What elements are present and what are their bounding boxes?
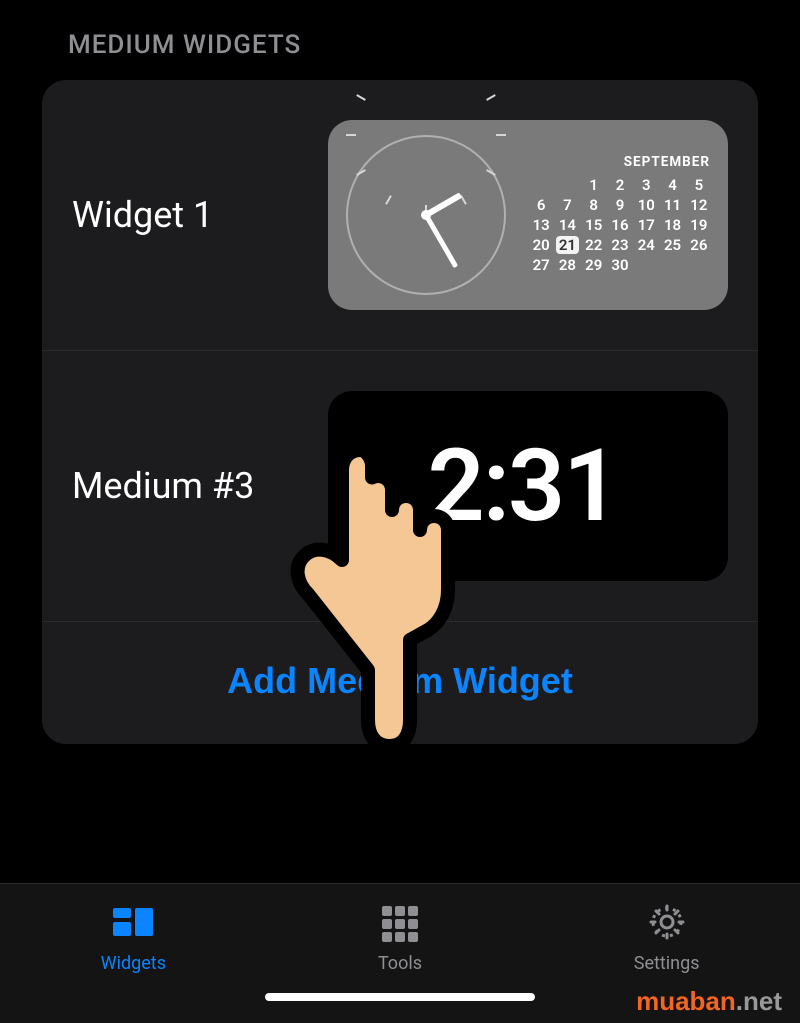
grid-icon: [378, 902, 422, 947]
calendar-day: 25: [661, 236, 683, 254]
widgets-card: Widget 1 SEPTEMBER: [42, 80, 758, 744]
tab-widgets[interactable]: Widgets: [43, 902, 223, 974]
calendar-day: 12: [688, 196, 710, 214]
calendar-day: [556, 176, 578, 194]
widget-row-1[interactable]: Widget 1 SEPTEMBER: [42, 80, 758, 351]
calendar-day: 30: [609, 256, 631, 274]
widget-label: Medium #3: [72, 465, 328, 507]
watermark: muaban.net: [636, 986, 782, 1017]
widgets-icon: [111, 902, 155, 947]
add-medium-widget-button[interactable]: Add Medium Widget: [227, 660, 573, 702]
calendar-day: 3: [635, 176, 657, 194]
calendar-day: 20: [530, 236, 552, 254]
calendar-day: 1: [583, 176, 605, 194]
calendar-day: 2: [609, 176, 631, 194]
tab-label: Widgets: [101, 953, 166, 974]
calendar-month: SEPTEMBER: [530, 154, 710, 170]
calendar-day: 24: [635, 236, 657, 254]
calendar-day: 13: [530, 216, 552, 234]
calendar-day: 26: [688, 236, 710, 254]
calendar-day: 9: [609, 196, 631, 214]
calendar-day: 15: [583, 216, 605, 234]
tab-label: Tools: [378, 953, 422, 974]
section-header: MEDIUM WIDGETS: [0, 0, 800, 70]
home-indicator[interactable]: [265, 993, 535, 1001]
widget-preview-time: 2:31: [328, 391, 728, 581]
calendar-day: 17: [635, 216, 657, 234]
calendar-day: 14: [556, 216, 578, 234]
calendar-day: 10: [635, 196, 657, 214]
tab-settings[interactable]: Settings: [577, 902, 757, 974]
widget-preview-clock-calendar: SEPTEMBER 123456789101112131415161718192…: [328, 120, 728, 310]
calendar-day: 16: [609, 216, 631, 234]
calendar-day: [688, 256, 710, 274]
calendar-day: 11: [661, 196, 683, 214]
widget-label: Widget 1: [72, 194, 328, 236]
calendar-day: 29: [583, 256, 605, 274]
tab-label: Settings: [634, 953, 700, 974]
calendar-day: 28: [556, 256, 578, 274]
widget-row-2[interactable]: Medium #3 2:31: [42, 351, 758, 622]
calendar-day: 27: [530, 256, 552, 274]
calendar-day: [530, 176, 552, 194]
digital-time: 2:31: [428, 428, 629, 545]
calendar-day: [661, 256, 683, 274]
gear-icon: [645, 902, 689, 947]
calendar-day: 19: [688, 216, 710, 234]
calendar-day: [635, 256, 657, 274]
calendar-day: 8: [583, 196, 605, 214]
calendar-day: 4: [661, 176, 683, 194]
calendar-day: 5: [688, 176, 710, 194]
calendar-day: 21: [556, 236, 578, 254]
calendar-day: 22: [583, 236, 605, 254]
calendar-day: 18: [661, 216, 683, 234]
calendar-day: 23: [609, 236, 631, 254]
calendar-preview: SEPTEMBER 123456789101112131415161718192…: [530, 154, 710, 276]
calendar-day: 7: [556, 196, 578, 214]
analog-clock-icon: [346, 135, 506, 295]
tab-tools[interactable]: Tools: [310, 902, 490, 974]
add-row: Add Medium Widget: [42, 622, 758, 744]
calendar-day: 6: [530, 196, 552, 214]
